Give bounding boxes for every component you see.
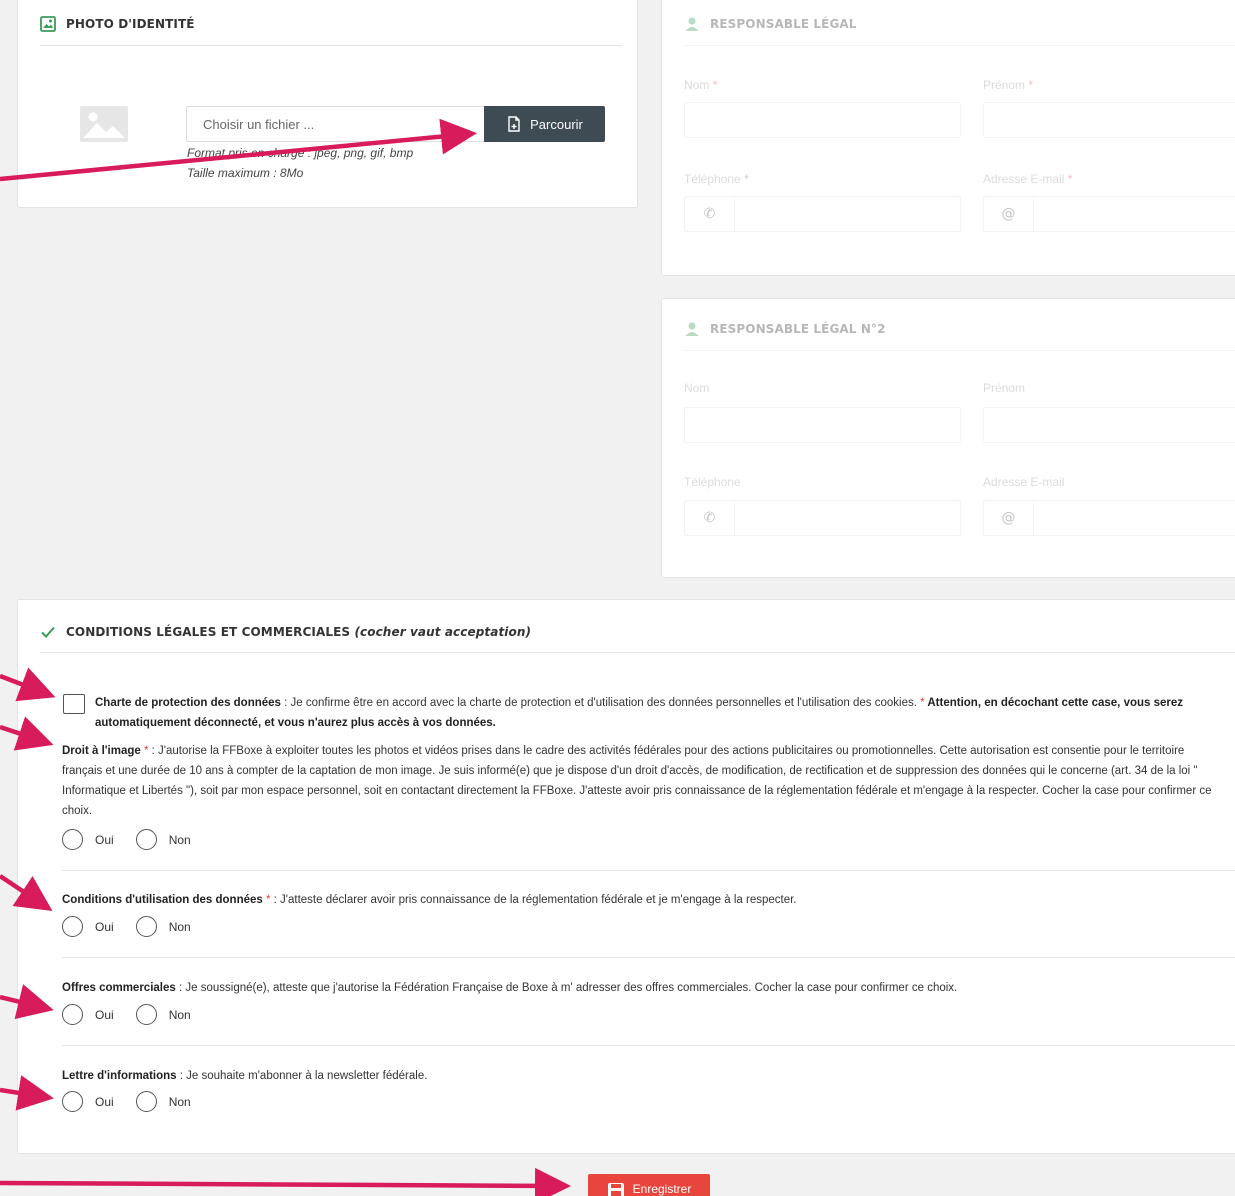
user-icon: [685, 17, 699, 31]
charte-checkbox[interactable]: [63, 694, 85, 714]
charte-text: Charte de protection des données : Je co…: [95, 697, 1184, 729]
resp2-prenom-label: Prénom: [983, 381, 1026, 395]
resp2-email-label: Adresse E-mail: [983, 475, 1065, 489]
conditions-title-note: (cocher vaut acceptation): [354, 625, 532, 639]
divider: [40, 652, 1235, 653]
droit-image-text: Droit à l'image * : J'autorise la FFBoxe…: [62, 745, 1212, 817]
resp1-prenom-label: Prénom *: [983, 78, 1034, 92]
floppy-disk-icon: [607, 1183, 624, 1196]
offres-non-radio[interactable]: [135, 1004, 157, 1025]
divider: [684, 45, 1235, 46]
file-input[interactable]: Choisir un fichier ...: [186, 106, 484, 142]
resp1-title-text: RESPONSABLE LÉGAL: [710, 17, 857, 31]
format-hint: Format pris en charge : jpeg, png, gif, …: [187, 146, 414, 160]
conditions-title: CONDITIONS LÉGALES ET COMMERCIALES (coch…: [40, 624, 531, 640]
lettre-text: Lettre d'informations : Je souhaite m'ab…: [62, 1070, 428, 1082]
resp1-prenom-input[interactable]: [983, 102, 1235, 138]
resp1-email-input[interactable]: @: [983, 196, 1235, 232]
offres-oui-radio[interactable]: [62, 1004, 83, 1025]
file-add-icon: [508, 116, 520, 132]
phone-icon: ✆: [685, 501, 735, 535]
resp2-prenom-input[interactable]: [983, 407, 1235, 443]
resp2-telephone-label: Téléphone: [684, 475, 741, 489]
resp1-telephone-label: Téléphone *: [684, 172, 749, 186]
resp2-nom-label: Nom: [684, 381, 710, 395]
resp2-title-text: RESPONSABLE LÉGAL N°2: [710, 322, 886, 336]
browse-button[interactable]: Parcourir: [484, 106, 605, 142]
image-placeholder-icon: [80, 106, 128, 142]
offres-text: Offres commerciales : Je soussigné(e), a…: [62, 982, 958, 994]
divider: [40, 45, 622, 46]
phone-icon: ✆: [685, 197, 735, 231]
resp2-nom-input[interactable]: [684, 407, 961, 443]
save-button[interactable]: Enregistrer: [588, 1174, 710, 1196]
divider: [62, 870, 1235, 871]
resp2-email-input[interactable]: @: [983, 500, 1235, 536]
lettre-non-radio[interactable]: [135, 1091, 157, 1112]
image-icon: [40, 16, 56, 32]
divider: [684, 350, 1235, 351]
lettre-radio-group: Oui Non: [62, 1091, 213, 1112]
lettre-oui-radio[interactable]: [62, 1091, 83, 1112]
browse-label: Parcourir: [530, 116, 583, 132]
resp2-telephone-input[interactable]: ✆: [684, 500, 961, 536]
at-icon: @: [984, 197, 1034, 231]
resp2-title: RESPONSABLE LÉGAL N°2: [684, 321, 886, 337]
non-label: Non: [168, 1007, 191, 1022]
non-label: Non: [168, 832, 191, 847]
conditions-utilisation-text: Conditions d'utilisation des données * :…: [62, 894, 797, 906]
responsable-legal-card: RESPONSABLE LÉGAL Nom * Prénom * Télépho…: [661, 0, 1235, 276]
conditions-utilisation-non-radio[interactable]: [135, 916, 157, 937]
droit-image-non-radio[interactable]: [135, 829, 157, 850]
droit-image-oui-radio[interactable]: [62, 829, 83, 850]
resp1-title: RESPONSABLE LÉGAL: [684, 16, 857, 32]
non-label: Non: [168, 1094, 191, 1109]
droit-image-radio-group: Oui Non: [62, 829, 213, 850]
photo-title-text: PHOTO D'IDENTITÉ: [66, 17, 195, 31]
at-icon: @: [984, 501, 1034, 535]
divider: [62, 1045, 1235, 1046]
oui-label: Oui: [95, 832, 114, 847]
conditions-title-text: CONDITIONS LÉGALES ET COMMERCIALES: [66, 625, 351, 639]
divider: [62, 957, 1235, 958]
user-icon: [685, 322, 699, 336]
oui-label: Oui: [95, 919, 114, 934]
resp1-nom-label: Nom *: [684, 78, 718, 92]
save-label: Enregistrer: [632, 1182, 692, 1196]
responsable-legal-2-card: RESPONSABLE LÉGAL N°2 Nom Prénom Télépho…: [661, 298, 1235, 578]
offres-radio-group: Oui Non: [62, 1004, 213, 1025]
non-label: Non: [168, 919, 191, 934]
oui-label: Oui: [95, 1007, 114, 1022]
conditions-utilisation-radio-group: Oui Non: [62, 916, 213, 937]
size-hint: Taille maximum : 8Mo: [187, 166, 304, 180]
oui-label: Oui: [95, 1094, 114, 1109]
resp1-email-label: Adresse E-mail *: [983, 172, 1073, 186]
conditions-card: CONDITIONS LÉGALES ET COMMERCIALES (coch…: [17, 599, 1235, 1154]
resp1-nom-input[interactable]: [684, 102, 961, 138]
check-icon: [41, 626, 55, 638]
conditions-utilisation-oui-radio[interactable]: [62, 916, 83, 937]
resp1-telephone-input[interactable]: ✆: [684, 196, 961, 232]
photo-card: PHOTO D'IDENTITÉ Choisir un fichier ... …: [17, 0, 638, 208]
photo-card-title: PHOTO D'IDENTITÉ: [40, 16, 195, 32]
arrow-to-save: [0, 1167, 571, 1196]
